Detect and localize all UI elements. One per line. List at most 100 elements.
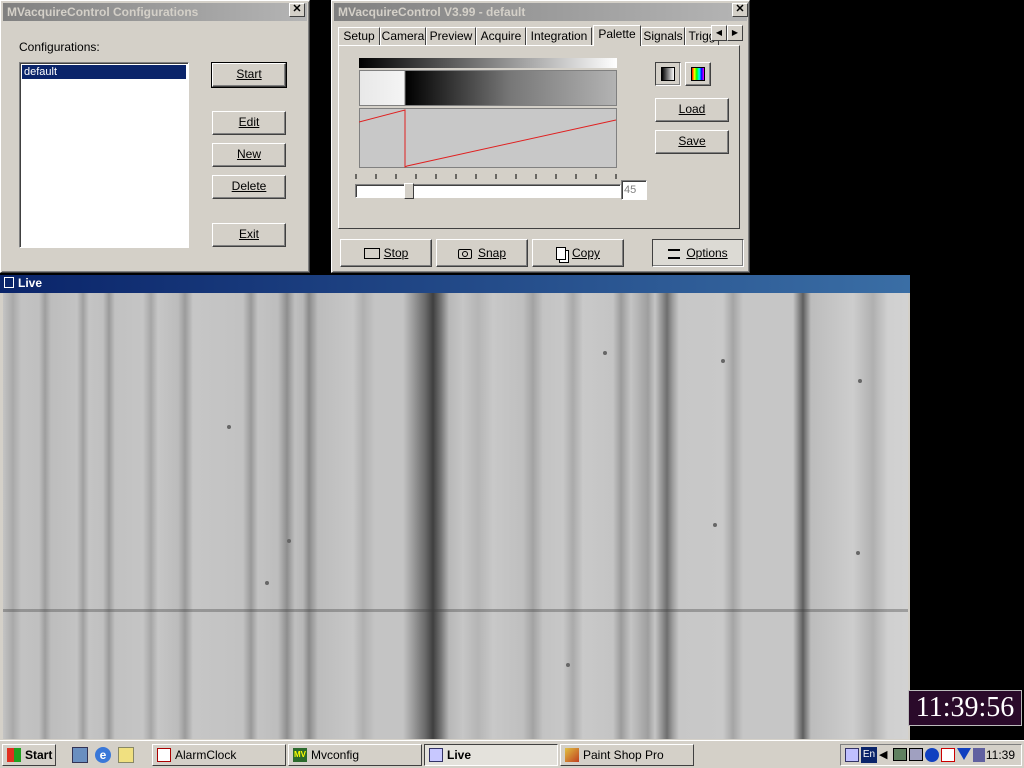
start-menu-button[interactable]: Start [2, 744, 56, 766]
configurations-label: Configurations: [19, 40, 100, 54]
control-titlebar[interactable]: MVacquireControl V3.99 - default [334, 3, 747, 21]
alarm-tray-icon[interactable] [941, 748, 955, 762]
camera-stop-icon [363, 248, 380, 260]
stop-button[interactable]: Stop [340, 239, 432, 267]
image-speck [227, 425, 231, 429]
system-tray: En ◀ 11:39 [840, 744, 1022, 766]
slider-ticks [355, 174, 617, 179]
palette-lut-preview [359, 70, 617, 106]
taskbar-item-alarmclock[interactable]: AlarmClock [152, 744, 286, 766]
exit-button-label: Exit [238, 227, 259, 241]
control-close-button[interactable]: ✕ [732, 3, 748, 17]
live-app-icon [429, 748, 443, 762]
taskbar-item-label: AlarmClock [175, 748, 237, 762]
options-button-label: Options [686, 246, 728, 260]
delete-button[interactable]: Delete [212, 175, 286, 199]
tab-acquire[interactable]: Acquire [476, 27, 526, 45]
image-speck [856, 551, 860, 555]
live-camera-image[interactable] [3, 293, 908, 739]
live-title: Live [18, 276, 43, 290]
tab-row: Setup Camera Preview Acquire Integration… [338, 25, 738, 46]
stop-button-label: Stop [383, 246, 409, 260]
grayscale-palette-icon [661, 67, 675, 81]
palette-slider-thumb[interactable] [404, 183, 414, 199]
gray-palette-button[interactable] [655, 62, 681, 86]
palette-panel: 45 Load Save [338, 45, 740, 229]
paint-shop-pro-icon [565, 748, 579, 762]
volume-icon[interactable]: ◀ [879, 748, 891, 762]
options-icon [668, 248, 681, 259]
image-speck [265, 581, 269, 585]
network-tray-icon[interactable] [845, 748, 859, 762]
edit-button-label: Edit [238, 115, 260, 129]
options-button[interactable]: Options [652, 239, 744, 267]
palette-curve-graph[interactable] [359, 108, 617, 168]
show-desktop-icon[interactable] [72, 747, 88, 763]
snap-button[interactable]: Snap [436, 239, 528, 267]
camera-snap-icon [457, 248, 472, 259]
language-indicator[interactable]: En [861, 747, 877, 763]
display-tray-icon[interactable] [909, 748, 923, 761]
color-palette-icon [691, 67, 705, 81]
configurations-close-button[interactable]: ✕ [289, 3, 305, 17]
outlook-express-icon[interactable] [118, 747, 134, 763]
snap-button-label: Snap [477, 246, 507, 260]
tab-preview[interactable]: Preview [426, 27, 476, 45]
windows-logo-icon [7, 748, 21, 762]
start-button-label: Start [236, 67, 262, 81]
tray-clock[interactable]: 11:39 [986, 747, 1015, 763]
tab-setup[interactable]: Setup [338, 27, 380, 45]
palette-gradient-strip [359, 58, 617, 68]
palette-slider-track[interactable] [355, 183, 621, 199]
load-button-label: Load [678, 102, 706, 116]
new-button[interactable]: New [212, 143, 286, 167]
tab-scroll-left-button[interactable]: ◀ [711, 25, 727, 41]
configurations-list[interactable]: default [19, 62, 189, 248]
copy-button-label: Copy [571, 246, 600, 260]
tab-scroll-right-button[interactable]: ▶ [727, 25, 743, 41]
list-item-default[interactable]: default [22, 65, 186, 79]
tab-palette[interactable]: Palette [593, 25, 641, 46]
exit-button[interactable]: Exit [212, 223, 286, 247]
monitor-tray-icon[interactable] [893, 748, 907, 761]
edit-button[interactable]: Edit [212, 111, 286, 135]
tab-integration[interactable]: Integration [526, 27, 592, 45]
mvconfig-app-icon: MV [293, 748, 307, 762]
live-window: Live [0, 275, 910, 741]
live-titlebar[interactable]: Live [0, 275, 910, 293]
image-speck [287, 539, 291, 543]
start-label: Start [25, 748, 53, 762]
image-speck [713, 523, 717, 527]
copy-button[interactable]: Copy [532, 239, 624, 267]
color-palette-button[interactable] [685, 62, 711, 86]
load-button[interactable]: Load [655, 98, 729, 122]
internet-explorer-icon[interactable]: e [95, 747, 111, 763]
media-player-icon[interactable] [925, 748, 939, 762]
taskbar-item-mvconfig[interactable]: MV Mvconfig [288, 744, 422, 766]
tab-camera[interactable]: Camera [380, 27, 426, 45]
image-speck [566, 663, 570, 667]
taskbar-item-label: Live [447, 748, 472, 762]
control-title: MVacquireControl V3.99 - default [338, 5, 526, 19]
new-button-label: New [236, 147, 261, 161]
taskbar-item-paint-shop-pro[interactable]: Paint Shop Pro [560, 744, 694, 766]
taskbar: Start e AlarmClock MV Mvconfig Live Paint… [0, 740, 1024, 768]
live-window-icon [4, 277, 14, 288]
taskbar-item-live[interactable]: Live [424, 744, 558, 766]
delete-button-label: Delete [231, 179, 267, 193]
control-window: MVacquireControl V3.99 - default ✕ Setup… [331, 0, 750, 273]
image-speck [858, 379, 862, 383]
copy-icon [555, 247, 566, 261]
tab-signals[interactable]: Signals [641, 27, 685, 45]
antivirus-tray-icon[interactable] [957, 748, 971, 760]
save-button-label: Save [678, 134, 706, 148]
update-tray-icon[interactable] [973, 748, 985, 762]
alarmclock-app-icon [157, 748, 171, 762]
overlay-clock: 11:39:56 [908, 690, 1022, 726]
taskbar-item-label: Paint Shop Pro [583, 748, 664, 762]
palette-slider-value: 45 [621, 180, 647, 200]
configurations-titlebar[interactable]: MVacquireControl Configurations [3, 3, 307, 21]
configurations-title: MVacquireControl Configurations [7, 5, 199, 19]
start-button[interactable]: Start [211, 62, 287, 88]
save-button[interactable]: Save [655, 130, 729, 154]
